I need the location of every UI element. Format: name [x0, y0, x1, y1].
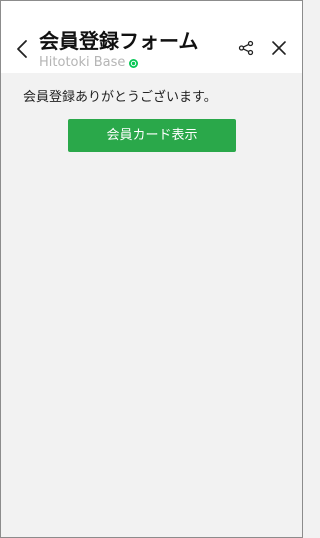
chevron-left-icon [17, 40, 27, 58]
share-icon [238, 40, 254, 56]
account-info: Hitotoki Base [39, 54, 139, 72]
verified-badge-icon [129, 58, 139, 68]
app-window: 会員登録フォーム Hitotoki Base 会員登録ありがとうございます。 会… [0, 0, 303, 538]
share-button[interactable] [237, 39, 255, 57]
close-button[interactable] [270, 39, 288, 57]
account-name: Hitotoki Base [39, 55, 126, 70]
thank-you-message: 会員登録ありがとうございます。 [23, 90, 217, 105]
header-bar: 会員登録フォーム Hitotoki Base [1, 1, 302, 73]
page-title: 会員登録フォーム [39, 29, 199, 53]
show-member-card-button[interactable]: 会員カード表示 [68, 119, 236, 152]
close-icon [272, 41, 286, 55]
back-button[interactable] [11, 37, 33, 61]
